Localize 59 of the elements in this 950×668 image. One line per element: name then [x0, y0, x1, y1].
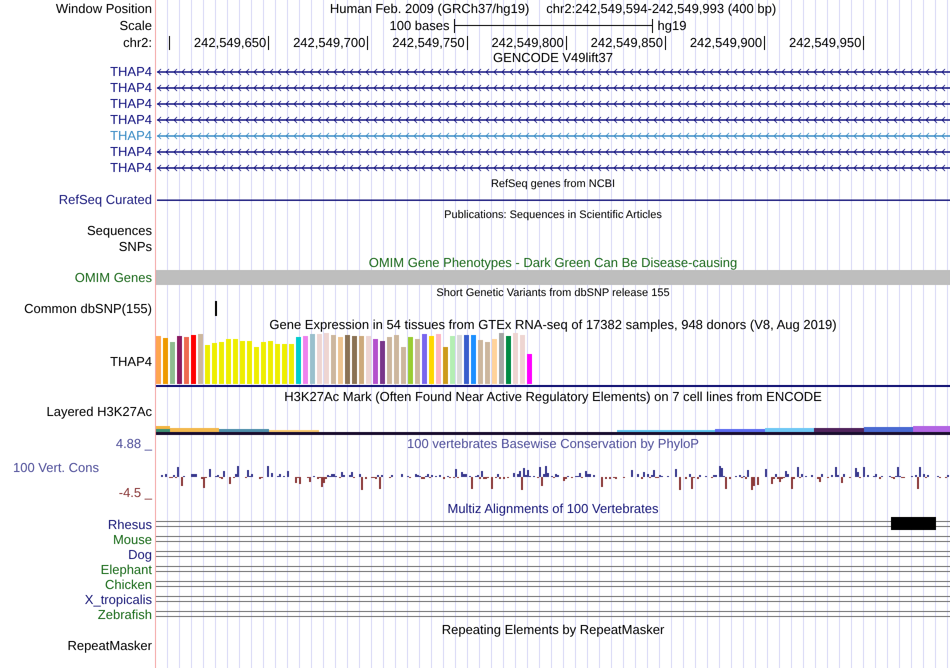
snp-mark — [215, 301, 217, 316]
track-title: OMIM Gene Phenotypes - Dark Green Can Be Disease-causing — [368, 256, 738, 270]
ruler-label: 242,549,750 — [392, 36, 465, 50]
track-label[interactable]: THAP4 — [110, 81, 152, 95]
track-label[interactable]: Zebrafish — [98, 608, 152, 622]
track-title: Multiz Alignments of 100 Vertebrates — [447, 502, 658, 516]
axis-max-label: 4.88 _ — [116, 437, 152, 451]
track-label[interactable]: Mouse — [112, 532, 152, 546]
track-label[interactable]: THAP4 — [110, 97, 152, 111]
ruler-label: 242,549,950 — [789, 36, 862, 50]
track-title: RefSeq genes from NCBI — [490, 178, 616, 191]
header-label: chr2: — [123, 36, 152, 50]
track-label[interactable]: THAP4 — [110, 129, 152, 143]
ruler-label: 242,549,850 — [590, 36, 663, 50]
track-label[interactable]: Layered H3K27Ac — [46, 405, 152, 419]
track-label[interactable]: Chicken — [105, 578, 152, 592]
track-label[interactable]: RefSeq Curated — [58, 193, 152, 207]
ruler-label: 242,549,700 — [293, 36, 366, 50]
track-label[interactable]: THAP4 — [110, 145, 152, 159]
header-label: Scale — [119, 18, 152, 32]
assembly-name: hg19 — [658, 18, 686, 32]
track-label[interactable]: Common dbSNP(155) — [24, 302, 152, 316]
position-range: chr2:242,549,594-242,549,993 (400 bp) — [546, 2, 776, 16]
axis-min-label: -4.5 _ — [118, 486, 152, 500]
track-label[interactable]: RepeatMasker — [67, 638, 152, 652]
scale-text: 100 bases — [390, 18, 450, 32]
track-label[interactable]: Dog — [128, 548, 152, 562]
track-label[interactable]: THAP4 — [110, 355, 152, 369]
ruler-label: 242,549,650 — [194, 36, 266, 50]
track-label[interactable]: THAP4 — [110, 65, 152, 79]
track-title: Publications: Sequences in Scientific Articles — [444, 208, 662, 222]
track-title: Repeating Elements by RepeatMasker — [442, 623, 664, 637]
track-label[interactable]: 100 Vert. Cons — [13, 461, 99, 475]
track-title: H3K27Ac Mark (Often Found Near Active Regulatory Elements) on 7 cell lines from ENCODE — [284, 390, 822, 404]
track-label[interactable]: X_tropicalis — [84, 592, 152, 606]
ruler-tick — [268, 36, 270, 50]
ruler-tick — [566, 36, 567, 50]
track-title: Short Genetic Variants from dbSNP release 155 — [436, 286, 670, 300]
track-label[interactable]: Sequences — [86, 224, 152, 238]
ruler-tick — [367, 36, 368, 50]
ruler-label: 242,549,800 — [491, 36, 564, 50]
track-title: Gene Expression in 54 tissues from GTEx RNA-seq of 17382 samples, 948 donors (V8, Aug 2019) — [269, 318, 837, 332]
track-label[interactable]: THAP4 — [110, 113, 152, 127]
assembly-title: Human Feb. 2009 (GRCh37/hg19) — [330, 2, 530, 16]
ruler-tick — [466, 36, 468, 50]
track-title: GENCODE V49lift37 — [493, 51, 613, 65]
header-label: Window Position — [56, 2, 152, 16]
track-label[interactable]: Rhesus — [108, 518, 152, 532]
track-title: 100 vertebrates Basewise Conservation by PhyloP — [407, 437, 699, 451]
alignment-block — [891, 517, 936, 530]
track-label[interactable]: OMIM Genes — [74, 270, 152, 284]
ruler-tick — [169, 36, 170, 50]
ruler-tick — [664, 36, 666, 50]
ruler-label: 242,549,900 — [690, 36, 762, 50]
track-label[interactable]: SNPs — [118, 240, 152, 254]
track-label[interactable]: THAP4 — [110, 161, 152, 175]
ruler-tick — [863, 36, 864, 50]
track-label[interactable]: Elephant — [100, 562, 152, 576]
ruler-tick — [764, 36, 766, 50]
